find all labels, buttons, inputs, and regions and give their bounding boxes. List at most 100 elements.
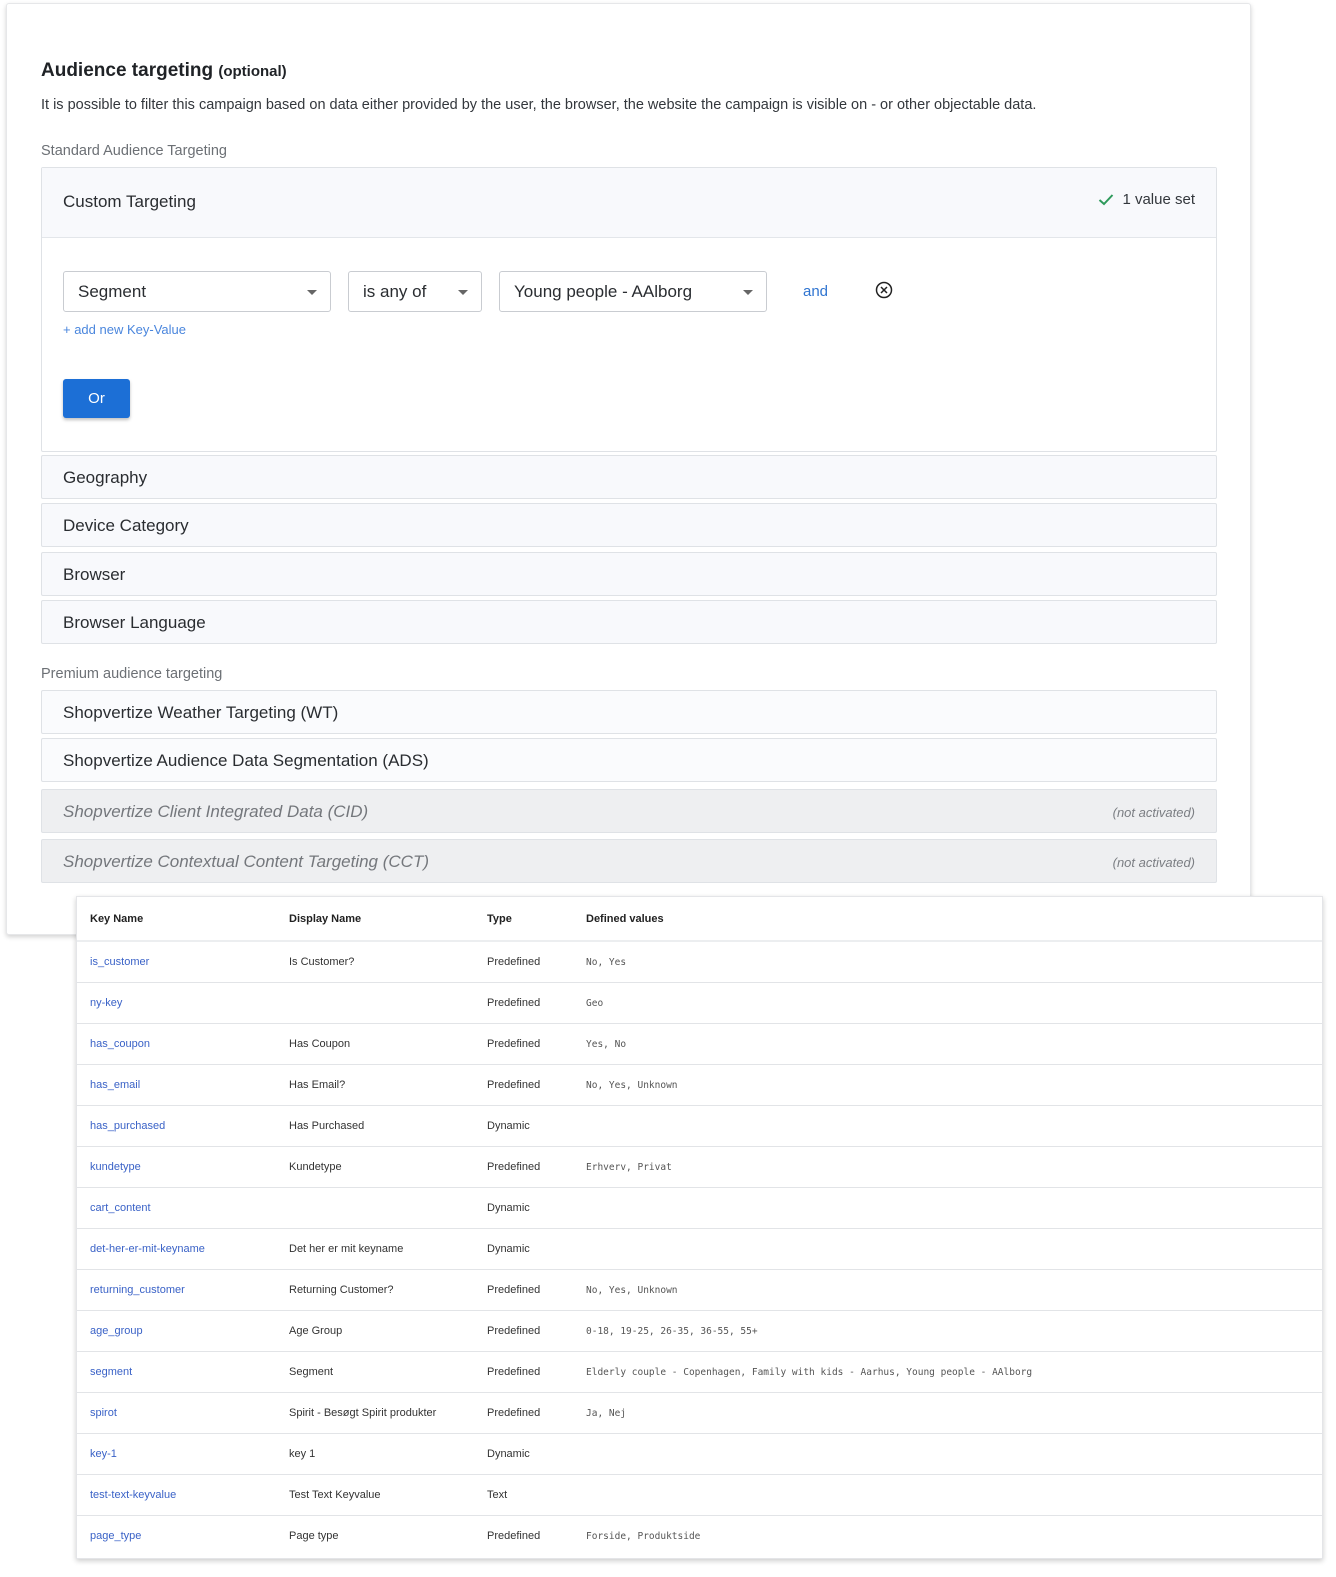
key-name-link[interactable]: ny-key [77,982,289,1024]
key-name-link[interactable]: age_group [77,1310,289,1352]
key-name-link[interactable]: spirot [77,1392,289,1434]
title-optional-suffix: (optional) [218,63,287,80]
and-link[interactable]: and [803,283,828,300]
defined-values-cell: Erhverv, Privat [586,1146,1322,1188]
table-row[interactable]: has_coupon Has Coupon Predefined Yes, No [77,1023,1322,1065]
key-name-link[interactable]: has_email [77,1064,289,1106]
value-select-value: Young people - AAlborg [514,282,693,301]
accordion-label: Shopvertize Audience Data Segmentation (… [63,751,429,770]
table-row[interactable]: segment Segment Predefined Elderly couple -… [77,1351,1322,1393]
description: It is possible to filter this campaign b… [41,97,1037,113]
key-name-link[interactable]: has_coupon [77,1023,289,1065]
accordion-browser[interactable]: Browser [41,552,1217,596]
column-header-type[interactable]: Type [487,897,586,942]
type-cell: Predefined [487,1269,586,1311]
display-name-cell: Test Text Keyvalue [289,1474,487,1516]
defined-values-cell: No, Yes, Unknown [586,1064,1322,1106]
table-row[interactable]: page_type Page type Predefined Forside, Pro… [77,1516,1322,1557]
key-name-link[interactable]: kundetype [77,1146,289,1188]
accordion-geography[interactable]: Geography [41,455,1217,499]
not-activated-label: (not activated) [1112,855,1195,870]
defined-values-cell [586,1187,1322,1229]
table-row[interactable]: key-1 key 1 Dynamic [77,1433,1322,1475]
key-name-link[interactable]: segment [77,1351,289,1393]
type-cell: Predefined [487,1146,586,1188]
key-select[interactable]: Segment [63,271,331,312]
display-name-cell: Returning Customer? [289,1269,487,1311]
value-select[interactable]: Young people - AAlborg [499,271,767,312]
table-row[interactable]: age_group Age Group Predefined 0-18, 19-25,… [77,1310,1322,1352]
key-name-link[interactable]: is_customer [77,941,289,983]
accordion-label: Shopvertize Weather Targeting (WT) [63,703,339,722]
display-name-cell [289,982,487,1024]
keys-table-card: Key Name Display Name Type Defined value… [76,896,1323,1559]
remove-condition-icon[interactable] [875,281,893,304]
key-name-link[interactable]: cart_content [77,1187,289,1229]
status-badge: 1 value set [1098,191,1195,208]
defined-values-cell [586,1433,1322,1475]
table-header-row: Key Name Display Name Type Defined value… [77,897,1322,942]
table-row[interactable]: spirot Spirit - Besøgt Spirit produkter Pr… [77,1392,1322,1434]
key-name-link[interactable]: det-her-er-mit-keyname [77,1228,289,1270]
accordion-weather-targeting[interactable]: Shopvertize Weather Targeting (WT) [41,690,1217,734]
table-row[interactable]: det-her-er-mit-keyname Det her er mit key… [77,1228,1322,1270]
display-name-cell [289,1187,487,1229]
status-text: 1 value set [1122,191,1195,208]
display-name-cell: Kundetype [289,1146,487,1188]
accordion-label: Geography [63,468,148,487]
accordion-label: Device Category [63,516,189,535]
or-button[interactable]: Or [63,379,130,418]
accordion-label: Browser Language [63,613,206,632]
operator-select[interactable]: is any of [348,271,482,312]
key-name-link[interactable]: has_purchased [77,1105,289,1147]
type-cell: Predefined [487,1392,586,1434]
defined-values-cell: Geo [586,982,1322,1024]
page-title: Audience targeting (optional) [41,60,287,82]
key-name-link[interactable]: page_type [77,1516,289,1557]
accordion-browser-language[interactable]: Browser Language [41,600,1217,644]
audience-targeting-panel: Audience targeting (optional) It is poss… [6,3,1251,935]
add-key-value-link[interactable]: + add new Key-Value [63,322,186,337]
title-text: Audience targeting [41,60,214,81]
defined-values-cell [586,1228,1322,1270]
key-name-link[interactable]: returning_customer [77,1269,289,1311]
table-row[interactable]: is_customer Is Customer? Predefined No, Yes [77,941,1322,983]
type-cell: Text [487,1474,586,1516]
key-select-value: Segment [78,282,147,301]
table-row[interactable]: kundetype Kundetype Predefined Erhverv, Pri… [77,1146,1322,1188]
accordion-device-category[interactable]: Device Category [41,503,1217,547]
display-name-cell: Has Email? [289,1064,487,1106]
display-name-cell: Segment [289,1351,487,1393]
accordion-contextual-content-targeting: Shopvertize Contextual Content Targeting… [41,839,1217,883]
column-header-defined-values[interactable]: Defined values [586,897,1322,942]
table-row[interactable]: has_email Has Email? Predefined No, Yes, Un… [77,1064,1322,1106]
accordion-audience-data-segmentation[interactable]: Shopvertize Audience Data Segmentation (… [41,738,1217,782]
chevron-down-icon [307,290,317,295]
table-row[interactable]: test-text-keyvalue Test Text Keyvalue Text [77,1474,1322,1516]
accordion-label: Shopvertize Client Integrated Data (CID) [63,802,369,821]
not-activated-label: (not activated) [1112,805,1195,820]
type-cell: Dynamic [487,1105,586,1147]
key-name-link[interactable]: test-text-keyvalue [77,1474,289,1516]
accordion-label: Shopvertize Contextual Content Targeting… [63,852,429,871]
defined-values-cell: Elderly couple - Copenhagen, Family with… [586,1351,1322,1393]
defined-values-cell [586,1105,1322,1147]
type-cell: Predefined [487,1064,586,1106]
table-row[interactable]: returning_customer Returning Customer? Pre… [77,1269,1322,1311]
chevron-down-icon [458,290,468,295]
type-cell: Predefined [487,1530,541,1542]
accordion-client-integrated-data: Shopvertize Client Integrated Data (CID)… [41,789,1217,833]
table-row[interactable]: ny-key Predefined Geo [77,982,1322,1024]
table-row[interactable]: has_purchased Has Purchased Dynamic [77,1105,1322,1147]
key-name-link[interactable]: key-1 [77,1433,289,1475]
defined-values-cell: Yes, No [586,1023,1322,1065]
defined-values-cell: Forside, Produktside [586,1530,701,1542]
defined-values-cell: No, Yes, Unknown [586,1269,1322,1311]
table-row[interactable]: cart_content Dynamic [77,1187,1322,1229]
custom-targeting-header[interactable]: Custom Targeting 1 value set [42,168,1216,238]
display-name-cell: Det her er mit keyname [289,1228,487,1270]
column-header-display-name[interactable]: Display Name [289,897,487,942]
column-header-key-name[interactable]: Key Name [77,897,289,942]
premium-section-label: Premium audience targeting [41,666,223,682]
type-cell: Predefined [487,1351,586,1393]
